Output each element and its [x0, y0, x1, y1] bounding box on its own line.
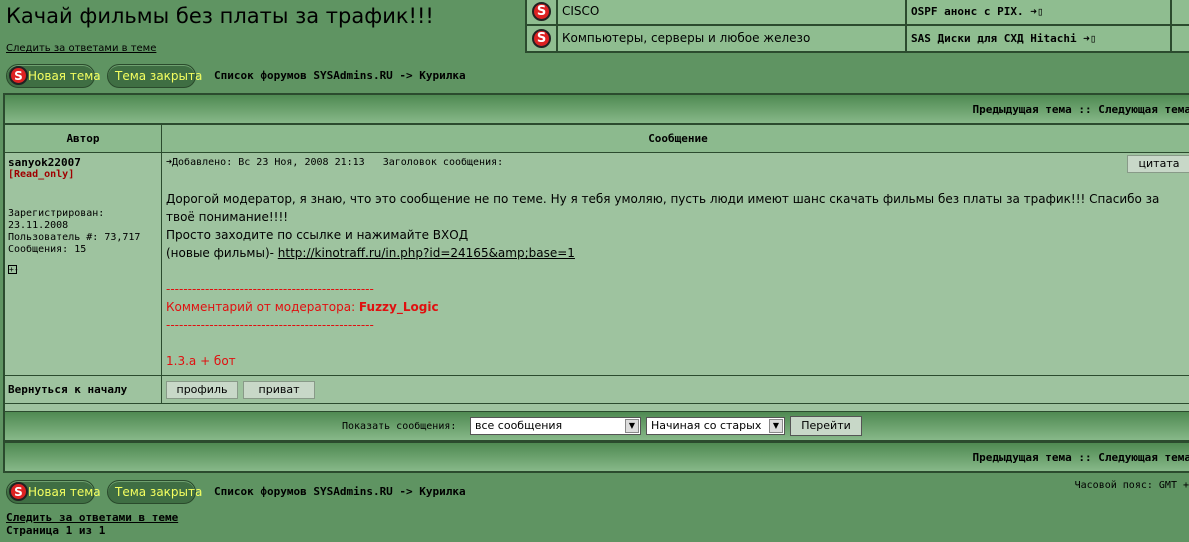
profile-button[interactable]: профиль [166, 381, 238, 399]
post-meta: ➜Добавлено: Вс 23 Ноя, 2008 21:13 Заголо… [166, 157, 1189, 168]
recent-post-row: S Компьютеры, серверы и любое железо SAS… [527, 26, 1189, 51]
separator-row [5, 404, 1189, 411]
display-label: Показать сообщения: [342, 421, 457, 432]
movie-link[interactable]: http://kinotraff.ru/in.php?id=24165&amp;… [278, 246, 575, 260]
message-cell: ➜Добавлено: Вс 23 Ноя, 2008 21:13 Заголо… [163, 153, 1189, 375]
back-to-top-link[interactable]: Вернуться к началу [5, 376, 162, 403]
expand-collapse-icon[interactable]: +- [8, 265, 19, 274]
message-count: Сообщения: 15 [8, 244, 87, 255]
page-indicator: Страница 1 из 1 [6, 524, 106, 537]
breadcrumb[interactable]: Список форумов SYSAdmins.RU -> Курилка [214, 69, 466, 82]
topic-title: Качай фильмы без платы за трафик!!! [6, 4, 434, 28]
watch-topic-link[interactable]: Следить за ответами в теме [6, 43, 156, 54]
new-topic-label: Новая тема [28, 485, 101, 499]
user-number: Пользователь #: 73,717 [8, 232, 141, 243]
go-button[interactable]: Перейти [790, 416, 862, 436]
topic-closed-label: Тема закрыта [115, 485, 203, 499]
moderator-verdict: 1.3.a + бот [166, 354, 236, 368]
moderator-comment: Комментарий от модератора: Fuzzy_Logic [166, 298, 1189, 316]
new-topic-label: Новая тема [28, 69, 101, 83]
subject-label: Заголовок сообщения: [382, 157, 504, 168]
registered-label: Зарегистрирован: [8, 208, 105, 219]
table-header: Автор Сообщение [5, 125, 1189, 152]
order-value: Начиная со старых [651, 419, 762, 432]
watch-topic-link-bottom[interactable]: Следить за ответами в теме [6, 511, 178, 524]
chevron-down-icon: ▼ [625, 419, 639, 433]
message-filter-select[interactable]: все сообщения ▼ [470, 417, 641, 435]
recent-post-row: S CISCO OSPF анонс с PIX. ➜▯ 3 [527, 0, 1189, 24]
recent-post-count: 24 [1172, 26, 1189, 51]
prev-next-nav-top[interactable]: Предыдущая тема :: Следующая тема [5, 95, 1189, 123]
moderator-separator: ----------------------------------------… [166, 282, 374, 296]
message-column-header: Сообщение [648, 132, 708, 145]
registered-date: 23.11.2008 [8, 220, 69, 231]
topic-table: Предыдущая тема :: Следующая тема Автор … [3, 93, 1189, 473]
moderator-name[interactable]: Fuzzy_Logic [359, 300, 439, 314]
post-footer-row: Вернуться к началу профиль приват [5, 376, 1189, 403]
moderator-comment-label: Комментарий от модератора: [166, 300, 359, 314]
new-topic-icon: S [9, 66, 28, 85]
recent-topic-link[interactable]: OSPF анонс с PIX. ➜▯ [907, 0, 1170, 24]
prev-next-nav-bottom[interactable]: Предыдущая тема :: Следующая тема [5, 443, 1189, 471]
author-cell: sanyok22007 [Read_only] Зарегистрирован:… [5, 153, 162, 375]
body-line: (новые фильмы)- http://kinotraff.ru/in.p… [166, 244, 1189, 262]
chevron-down-icon: ▼ [769, 419, 783, 433]
body-line: Дорогой модератор, я знаю, что это сообщ… [166, 192, 1160, 206]
pm-button[interactable]: приват [243, 381, 315, 399]
body-line: твоё понимание!!!! [166, 210, 289, 224]
display-options-bar: Показать сообщения: все сообщения ▼ Начи… [5, 412, 1189, 440]
topic-closed-label: Тема закрыта [115, 69, 203, 83]
author-name[interactable]: sanyok22007 [8, 156, 158, 169]
breadcrumb-bottom[interactable]: Список форумов SYSAdmins.RU -> Курилка [214, 485, 466, 498]
message-filter-value: все сообщения [475, 419, 563, 432]
body-line-prefix: (новые фильмы)- [166, 246, 278, 260]
post-date: ➜Добавлено: Вс 23 Ноя, 2008 21:13 [166, 157, 365, 168]
new-topic-button-bottom[interactable]: S Новая тема [6, 480, 101, 504]
moderator-separator: ----------------------------------------… [166, 318, 374, 332]
post-row: sanyok22007 [Read_only] Зарегистрирован:… [5, 153, 1189, 375]
forum-icon: S [527, 0, 556, 24]
recent-post-count: 3 [1172, 0, 1189, 24]
new-topic-icon: S [9, 482, 28, 501]
author-profile-meta: Зарегистрирован: 23.11.2008 Пользователь… [8, 208, 158, 256]
recent-topic-link[interactable]: SAS Диски для СХД Hitachi ➜▯ [907, 26, 1170, 51]
author-column-header: Автор [5, 125, 162, 152]
recent-forum-name[interactable]: Компьютеры, серверы и любое железо [558, 26, 905, 51]
recent-forum-name[interactable]: CISCO [558, 0, 905, 24]
author-rank: [Read_only] [8, 169, 75, 180]
order-select[interactable]: Начиная со старых ▼ [646, 417, 785, 435]
quote-button[interactable]: цитата [1127, 155, 1189, 173]
topic-closed-button-bottom[interactable]: Тема закрыта [107, 480, 202, 504]
recent-posts-table: S CISCO OSPF анонс с PIX. ➜▯ 3 S Компьют… [525, 0, 1189, 53]
post-body: Дорогой модератор, я знаю, что это сообщ… [166, 190, 1189, 370]
new-topic-button[interactable]: S Новая тема [6, 64, 101, 88]
forum-icon: S [527, 26, 556, 51]
timezone-info: Часовой пояс: GMT + [1074, 480, 1189, 491]
topic-closed-button[interactable]: Тема закрыта [107, 64, 202, 88]
body-line: Просто заходите по ссылке и нажимайте ВХ… [166, 228, 469, 242]
